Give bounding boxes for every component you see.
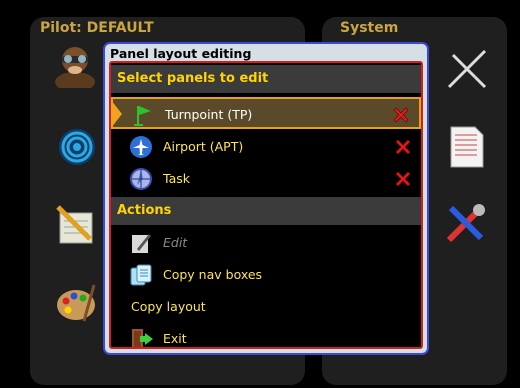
edit-icon [132, 234, 151, 253]
action-copy-nav-boxes[interactable]: Copy nav boxes [111, 259, 421, 291]
airport-icon [130, 136, 152, 158]
dialog-title: Panel layout editing [110, 46, 252, 61]
delete-icon[interactable] [391, 105, 411, 125]
panel-item-task[interactable]: Task [111, 163, 421, 195]
pilot-icon[interactable] [52, 42, 98, 88]
panel-item-turnpoint[interactable]: Turnpoint (TP) [111, 97, 421, 129]
system-title: System [340, 20, 399, 36]
dialog-content: Select panels to edit Turnpoint (TP) Air… [109, 61, 423, 349]
panel-item-airport[interactable]: Airport (APT) [111, 131, 421, 163]
section-header-actions: Actions [111, 197, 421, 225]
selection-arrow-icon [111, 100, 122, 128]
tools-icon[interactable] [443, 200, 489, 246]
target-icon[interactable] [54, 124, 100, 170]
task-icon [130, 168, 152, 190]
action-edit: Edit [111, 227, 421, 259]
panel-layout-dialog: Panel layout editing Select panels to ed… [103, 42, 429, 355]
action-exit[interactable]: Exit [111, 323, 421, 347]
flag-icon [134, 106, 151, 126]
action-label: Edit [163, 235, 188, 250]
action-label: Exit [163, 331, 187, 346]
document-icon[interactable] [444, 124, 490, 170]
notepad-icon[interactable] [53, 202, 99, 248]
action-copy-layout[interactable]: Copy layout [111, 291, 421, 323]
panel-item-label: Turnpoint (TP) [165, 107, 253, 122]
exit-icon [132, 329, 153, 347]
palette-icon[interactable] [53, 280, 99, 326]
copy-icon [130, 264, 152, 286]
pilot-title: Pilot: DEFAULT [40, 20, 154, 36]
delete-icon[interactable] [393, 137, 413, 157]
delete-icon[interactable] [393, 169, 413, 189]
section-header-panels: Select panels to edit [111, 65, 421, 93]
panel-item-label: Airport (APT) [163, 139, 244, 154]
glider-icon[interactable] [444, 46, 490, 92]
action-label: Copy layout [131, 299, 206, 314]
panel-item-label: Task [163, 171, 190, 186]
action-label: Copy nav boxes [163, 267, 263, 282]
